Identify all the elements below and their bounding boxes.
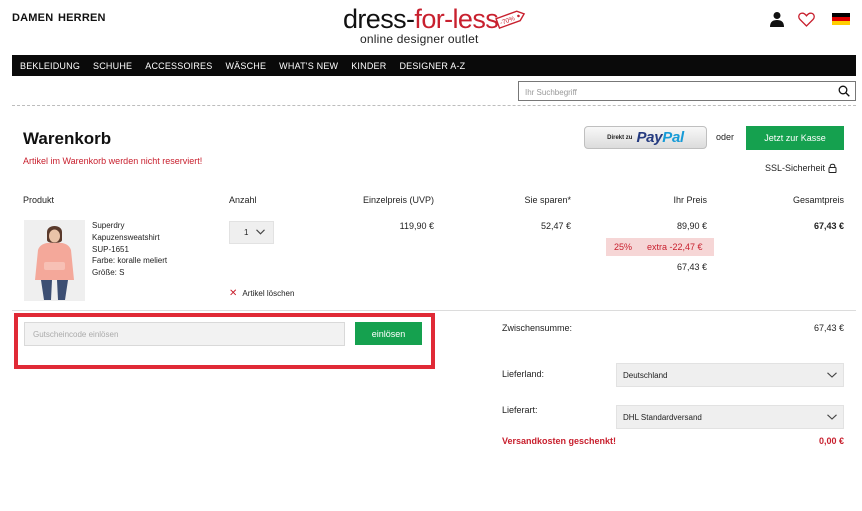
site-logo[interactable]: dress-for-less online designer outlet -7… [343,4,528,48]
shipping-method-label: Lieferart: [502,405,538,415]
ssl-label: SSL-Sicherheit [765,163,826,173]
quantity-select[interactable]: 1 [229,221,274,244]
nav-item-designer-a-z[interactable]: DESIGNER A-Z [399,61,465,71]
user-icon[interactable] [768,10,786,28]
logo-tagline: online designer outlet [360,32,479,46]
search-input[interactable] [519,83,829,102]
free-shipping-label: Versandkosten geschenkt! [502,436,617,446]
subtotal-label: Zwischensumme: [502,323,573,333]
col-header-total: Gesamtpreis [792,195,844,205]
product-brand[interactable]: Superdry [92,221,124,230]
delivery-country-select[interactable]: Deutschland [616,363,844,387]
product-color: Farbe: koralle meliert [92,256,168,265]
lock-icon [828,163,837,173]
nav-item-schuhe[interactable]: SCHUHE [93,61,132,71]
chevron-down-icon [256,229,265,235]
delivery-country-label: Lieferland: [502,369,545,379]
discount-extra: extra -22,47 € [647,242,703,252]
nav-damen-link[interactable]: DAMEN [12,12,53,24]
subtotal-value: 67,43 € [813,323,844,333]
close-icon: ✕ [229,288,238,299]
logo-text: dress-for-less [343,4,499,34]
paypal-logo: PayPal [636,129,684,146]
product-sku: SUP-1651 [92,245,129,254]
nav-item-kinder[interactable]: KINDER [351,61,386,71]
checkout-button[interactable]: Jetzt zur Kasse [746,126,844,150]
price-tag-icon: -70% [495,10,526,30]
final-price: 67,43 € [676,262,707,272]
chevron-down-icon [827,414,837,420]
chevron-down-icon [827,372,837,378]
nav-item-accessoires[interactable]: ACCESSOIRES [145,61,212,71]
search-icon[interactable] [838,85,850,97]
discount-percent: 25% [614,242,633,252]
shipping-method-select[interactable]: DHL Standardversand [616,405,844,429]
quantity-value: 1 [244,228,249,237]
search-bar [518,81,856,102]
divider [12,105,856,106]
delete-item-label: Artikel löschen [242,289,295,298]
unit-price: 119,90 € [399,221,434,231]
reservation-warning: Artikel im Warenkorb werden nicht reserv… [23,156,203,166]
col-header-qty: Anzahl [229,195,257,205]
page-title: Warenkorb [23,129,112,148]
extra-discount-badge: 25% extra -22,47 € [606,238,714,256]
paypal-checkout-button[interactable]: Direkt zu PayPal [584,126,707,149]
heart-icon[interactable] [797,10,815,28]
col-header-product: Produkt [23,195,55,205]
your-price: 89,90 € [676,221,707,231]
col-header-your-price: Ihr Preis [673,195,707,205]
line-total: 67,43 € [813,221,844,231]
redeem-voucher-button[interactable]: einlösen [355,322,422,345]
ssl-badge: SSL-Sicherheit [765,163,837,173]
nav-item-whats-new[interactable]: WHAT'S NEW [279,61,338,71]
shipping-method-value: DHL Standardversand [623,412,702,422]
free-shipping-value: 0,00 € [818,436,844,446]
delivery-country-value: Deutschland [623,370,668,380]
savings-value: 52,47 € [540,221,571,231]
voucher-input[interactable] [24,322,345,346]
flag-de-icon[interactable] [832,10,850,28]
nav-item-waesche[interactable]: WÄSCHE [225,61,266,71]
row-divider [12,310,856,311]
delete-item-link[interactable]: ✕ Artikel löschen [229,288,294,299]
nav-item-bekleidung[interactable]: BEKLEIDUNG [20,61,80,71]
nav-herren-link[interactable]: HERREN [58,12,106,24]
product-name[interactable]: Kapuzensweatshirt [92,233,160,242]
or-label: oder [716,132,735,142]
col-header-unit-price: Einzelpreis (UVP) [362,195,434,205]
main-nav: BEKLEIDUNG SCHUHE ACCESSOIRES WÄSCHE WHA… [12,55,856,76]
col-header-savings: Sie sparen* [524,195,571,205]
product-image[interactable] [24,220,85,301]
paypal-direct-label: Direkt zu [607,134,633,141]
product-size: Größe: S [92,268,125,277]
